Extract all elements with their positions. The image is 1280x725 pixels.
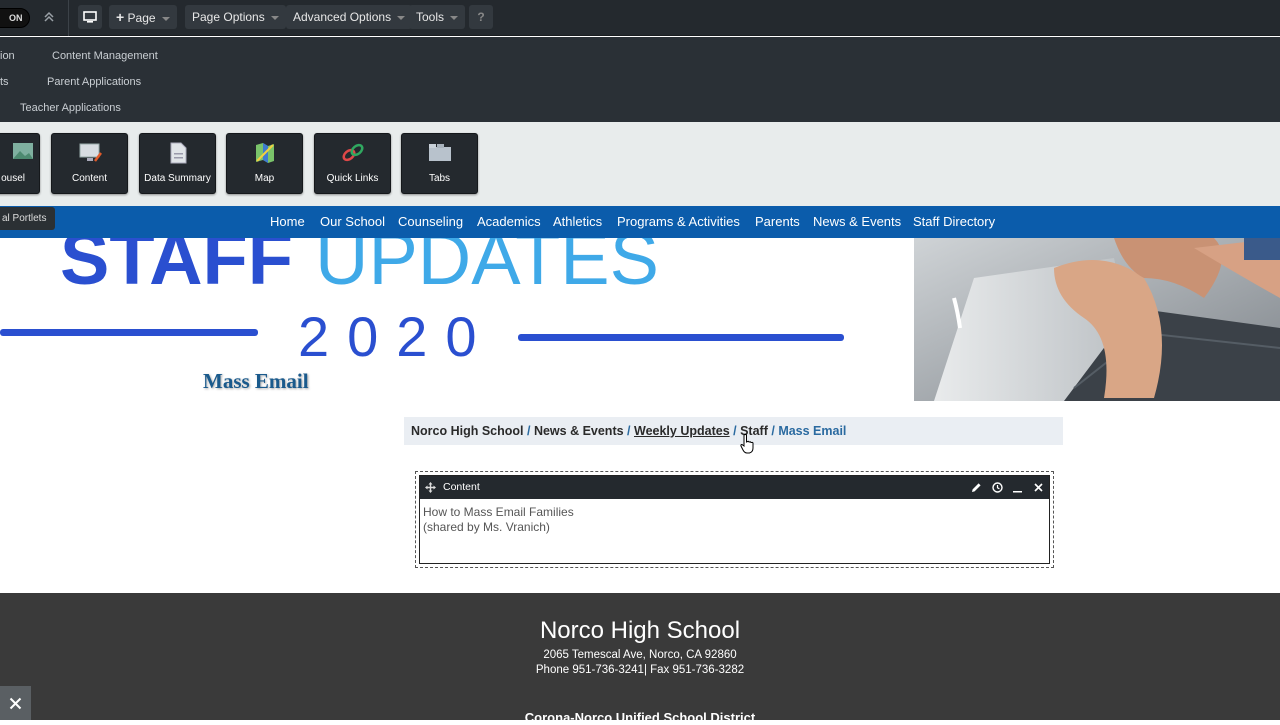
close-icon[interactable] [1033,482,1044,493]
portlet-body: How to Mass Email Families (shared by Ms… [423,505,574,535]
widget-carousel[interactable]: ousel [0,133,40,194]
banner-line-left [0,329,258,336]
page-options-button[interactable]: Page Options [185,5,286,29]
admin-submenu: ion Content Management ts Parent Applica… [0,37,1280,122]
footer-address: 2065 Temescal Ave, Norco, CA 92860 [543,649,737,661]
nav-counseling[interactable]: Counseling [398,206,463,238]
submenu-link-teacher-applications[interactable]: Teacher Applications [20,102,121,114]
breadcrumb-news-events[interactable]: News & Events [534,424,624,438]
portlet-title: Content [443,481,480,493]
tools-label: Tools [416,10,445,24]
breadcrumb-norco-high-school[interactable]: Norco High School [411,424,524,438]
portlet-header[interactable]: Content [420,476,1049,499]
footer-school-name: Norco High School [539,617,741,644]
widget-palette: ousel Content Data Summary Map Quick Lin… [0,122,1280,206]
site-footer: Norco High School 2065 Temescal Ave, Nor… [0,593,1280,725]
breadcrumb-separator: / [526,424,534,438]
breadcrumb-current: Mass Email [778,424,847,438]
collapse-chevron-icon[interactable] [42,10,56,29]
clock-icon[interactable] [992,482,1003,493]
hand-cursor-icon [740,434,754,454]
footer-district-name: Corona-Norco Unified School District [524,710,756,725]
nav-academics[interactable]: Academics [477,206,541,238]
edit-mode-toggle[interactable]: ON [0,8,30,28]
page-options-label: Page Options [192,10,265,24]
admin-toolbar: ON + Page Page Options Advanced Options … [0,0,1280,36]
nav-staff-directory[interactable]: Staff Directory [913,206,995,238]
laptop-photo [914,238,1280,401]
nav-parents[interactable]: Parents [755,206,800,238]
close-panel-button[interactable] [0,686,31,720]
image-icon [13,143,33,159]
caret-down-icon [450,15,459,20]
banner-word-updates: UPDATES [315,238,659,300]
footer-phone-fax: Phone 951-736-3241| Fax 951-736-3282 [535,664,745,676]
widget-label: Quick Links [326,173,379,184]
widget-label: Content [71,173,108,184]
page-menu-button[interactable]: + Page [109,5,177,29]
content-link-how-to-mass-email[interactable]: How to Mass Email Families [423,505,574,520]
caret-down-icon [397,15,406,20]
close-x-icon [9,697,22,710]
page-menu-label: Page [127,11,156,25]
advanced-options-button[interactable]: Advanced Options [286,5,413,29]
widget-map[interactable]: Map [226,133,303,194]
plus-icon: + [116,9,125,25]
move-icon[interactable] [425,482,436,493]
nav-athletics[interactable]: Athletics [553,206,602,238]
nav-our-school[interactable]: Our School [320,206,385,238]
banner-line-right [518,334,844,341]
portlets-tab-label: al Portlets [2,213,47,224]
folder-tabs-icon [428,144,451,161]
widget-label: Tabs [428,173,451,184]
widget-content[interactable]: Content [51,133,128,194]
device-preview-button[interactable] [78,5,102,29]
banner-word-staff: STAFF [60,238,293,300]
content-portlet: Content How to Mass Email Families (shar… [415,471,1054,568]
submenu-link[interactable]: ts [0,76,9,88]
breadcrumb-weekly-updates[interactable]: Weekly Updates [634,424,730,438]
banner-image: STAFF UPDATES 2020 [0,238,914,401]
monitor-edit-icon [79,143,102,162]
submenu-link[interactable]: ion [0,50,15,62]
banner-year: 2020 [298,305,495,368]
content-credit: (shared by Ms. Vranich) [423,520,550,534]
help-button[interactable]: ? [469,5,493,29]
widget-label: Data Summary [144,173,211,184]
monitor-icon [83,11,97,23]
minimize-icon[interactable] [1012,482,1023,493]
toggle-label: ON [9,13,23,23]
edit-pencil-icon[interactable] [971,482,982,493]
widget-label: ousel [1,173,25,184]
breadcrumb-separator: / [627,424,634,438]
widget-data-summary[interactable]: Data Summary [139,133,216,194]
link-chain-icon [341,143,364,162]
main-navigation: Home Our School Counseling Academics Ath… [0,206,1280,238]
tools-button[interactable]: Tools [409,5,466,29]
caret-down-icon [161,16,170,21]
map-icon [255,143,274,163]
advanced-options-label: Advanced Options [293,10,392,24]
laptop-photo-image [914,238,1280,401]
widget-label: Map [254,173,275,184]
help-icon: ? [477,10,485,24]
nav-programs-activities[interactable]: Programs & Activities [617,206,740,238]
breadcrumb: Norco High School / News & Events / Week… [404,417,1063,445]
portlets-tab[interactable]: al Portlets [0,207,55,230]
page-title: Mass Email [203,369,309,393]
nav-news-events[interactable]: News & Events [813,206,901,238]
caret-down-icon [270,15,279,20]
toolbar-divider [68,0,69,36]
submenu-link-content-management[interactable]: Content Management [52,50,158,62]
portlet-frame: Content How to Mass Email Families (shar… [419,475,1050,564]
submenu-link-parent-applications[interactable]: Parent Applications [47,76,141,88]
nav-home[interactable]: Home [270,206,305,238]
document-icon [170,142,186,164]
widget-tabs[interactable]: Tabs [401,133,478,194]
staff-updates-banner: STAFF UPDATES 2020 [0,238,844,368]
widget-quick-links[interactable]: Quick Links [314,133,391,194]
